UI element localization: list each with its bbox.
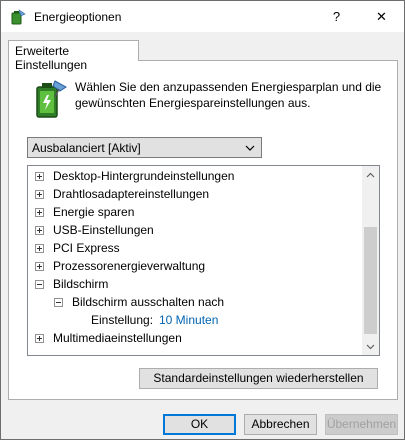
- expand-plus-icon[interactable]: [35, 244, 44, 253]
- window-title: Energieoptionen: [34, 10, 122, 24]
- settings-tree[interactable]: Desktop-Hintergrundeinstellungen Drahtlo…: [27, 165, 380, 356]
- tree-item[interactable]: Bildschirm: [28, 275, 358, 293]
- expand-plus-icon[interactable]: [35, 226, 44, 235]
- apply-button[interactable]: Übernehmen: [325, 414, 398, 435]
- tree-item[interactable]: Prozessorenergieverwaltung: [28, 257, 358, 275]
- power-plan-value: Ausbalanciert [Aktiv]: [32, 141, 141, 155]
- ok-button[interactable]: OK: [163, 414, 236, 435]
- tree-item-label: USB-Einstellungen: [53, 223, 154, 237]
- tree-item[interactable]: Drahtlosadaptereinstellungen: [28, 185, 358, 203]
- description-text: Wählen Sie den anzupassenden Energiespar…: [75, 80, 382, 110]
- close-button[interactable]: ✕: [359, 1, 404, 32]
- scroll-thumb[interactable]: [364, 227, 377, 334]
- tree-item[interactable]: PCI Express: [28, 239, 358, 257]
- setting-value-link[interactable]: 10 Minuten: [159, 311, 218, 329]
- tree-item-label: Desktop-Hintergrundeinstellungen: [53, 169, 235, 183]
- collapse-minus-icon[interactable]: [35, 280, 44, 289]
- restore-defaults-button[interactable]: Standardeinstellungen wiederherstellen: [139, 368, 378, 389]
- tree-item[interactable]: Desktop-Hintergrundeinstellungen: [28, 167, 358, 185]
- chevron-down-icon: [366, 344, 375, 349]
- title-bar: Energieoptionen ? ✕: [1, 1, 404, 32]
- chevron-down-icon: [245, 145, 255, 151]
- expand-plus-icon[interactable]: [35, 334, 44, 343]
- help-button[interactable]: ?: [314, 1, 359, 32]
- tree-item[interactable]: Energie sparen: [28, 203, 358, 221]
- setting-label: Einstellung:: [91, 313, 154, 327]
- tree-item-label: Drahtlosadaptereinstellungen: [53, 187, 210, 201]
- scroll-up-button[interactable]: [362, 166, 379, 183]
- tree-item-label: Bildschirm: [53, 277, 109, 291]
- battery-plug-icon: [36, 80, 67, 118]
- tree-item-label: Energie sparen: [53, 205, 135, 219]
- tree-item[interactable]: Bildschirm ausschalten nach: [28, 293, 358, 311]
- tree-item-setting[interactable]: Einstellung: 10 Minuten: [28, 311, 358, 329]
- tree-item-label: Prozessorenergieverwaltung: [53, 259, 206, 273]
- expand-plus-icon[interactable]: [35, 172, 44, 181]
- scroll-down-button[interactable]: [362, 338, 379, 355]
- tab-advanced-settings[interactable]: Erweiterte Einstellungen: [8, 40, 139, 72]
- advanced-settings-panel: Wählen Sie den anzupassenden Energiespar…: [8, 60, 398, 400]
- tree-item[interactable]: USB-Einstellungen: [28, 221, 358, 239]
- tree-item-label: PCI Express: [53, 241, 120, 255]
- power-plan-dropdown[interactable]: Ausbalanciert [Aktiv]: [27, 137, 262, 158]
- tree-item[interactable]: Multimediaeinstellungen: [28, 329, 358, 347]
- power-options-icon: [11, 9, 26, 25]
- collapse-minus-icon[interactable]: [54, 298, 63, 307]
- tree-item-label: Bildschirm ausschalten nach: [72, 295, 225, 309]
- expand-plus-icon[interactable]: [35, 208, 44, 217]
- expand-plus-icon[interactable]: [35, 262, 44, 271]
- expand-plus-icon[interactable]: [35, 190, 44, 199]
- chevron-up-icon: [366, 172, 375, 177]
- vertical-scrollbar[interactable]: [362, 166, 379, 355]
- tree-item-label: Multimediaeinstellungen: [53, 331, 182, 345]
- energy-options-dialog: Energieoptionen ? ✕ Erweiterte Einstellu…: [0, 0, 405, 440]
- cancel-button[interactable]: Abbrechen: [244, 414, 317, 435]
